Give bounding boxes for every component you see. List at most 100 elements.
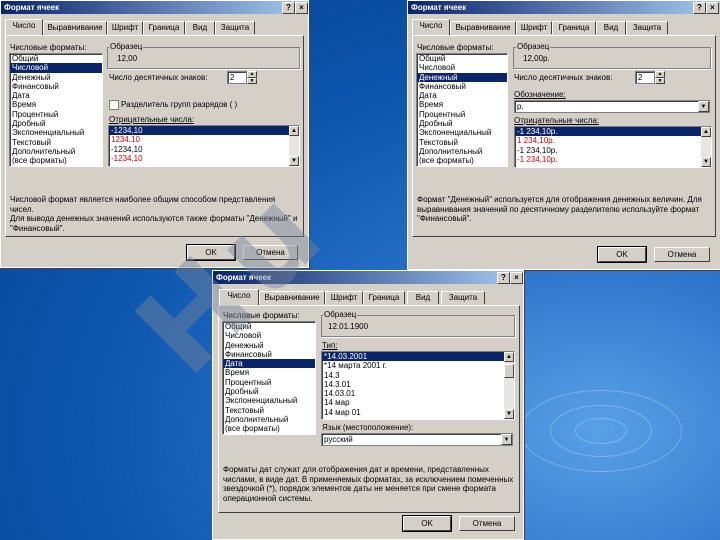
scrollbar[interactable]: ▲ ▼ [701,127,711,167]
tab-number[interactable]: Число [5,19,43,35]
list-item-selected[interactable]: Денежный [417,72,507,82]
decimals-spinner[interactable]: ▲ ▼ [247,71,257,84]
close-icon[interactable]: × [295,2,308,14]
formats-list[interactable]: Общий Числовой Денежный Финансовый Дата … [9,53,103,167]
list-item[interactable]: Дата [10,91,102,100]
list-item[interactable]: Дополнительный [417,147,507,156]
decimals-spinner[interactable]: ▲ ▼ [655,71,665,84]
tab-alignment[interactable]: Выравнивание [450,21,516,34]
list-item[interactable]: Текстовый [417,138,507,147]
tab-alignment[interactable]: Выравнивание [43,21,107,34]
locale-select[interactable]: русский [321,433,513,446]
list-item[interactable]: 14.3 [322,371,514,380]
tab-font[interactable]: Шрифт [325,291,363,304]
list-item[interactable]: 1234,10 [109,135,299,144]
list-item[interactable]: Финансовый [10,82,102,91]
list-item[interactable]: -1 234,10р. [515,146,711,155]
list-item[interactable]: 14 мар [322,398,514,407]
list-item-selected[interactable]: -1234,10 [109,126,299,136]
list-item[interactable]: Процентный [223,378,315,387]
chevron-down-icon[interactable]: ▼ [698,101,709,112]
list-item[interactable]: Процентный [10,110,102,119]
list-item[interactable]: -1234,10 [109,145,299,154]
symbol-select[interactable]: р. [514,100,710,113]
formats-list[interactable]: Общий Числовой Денежный Финансовый Дата … [416,53,508,167]
list-item[interactable]: -1 234,10р. [515,155,711,164]
scroll-up-icon[interactable]: ▲ [701,127,711,137]
tab-protection[interactable]: Защита [215,21,255,34]
list-item[interactable]: Экспоненциальный [417,128,507,137]
list-item[interactable]: 14.03.01 [322,389,514,398]
help-icon[interactable]: ? [693,2,706,14]
tab-protection[interactable]: Защита [626,21,668,34]
tab-font[interactable]: Шрифт [516,21,552,34]
list-item[interactable]: Дополнительный [223,415,315,424]
tab-number[interactable]: Число [219,289,259,305]
negative-numbers-list[interactable]: -1 234,10р. 1 234,10р. -1 234,10р. -1 23… [514,126,712,168]
separator-checkbox[interactable] [109,100,119,110]
close-icon[interactable]: × [706,2,719,14]
decimals-input[interactable]: 2 [635,71,655,84]
scrollbar[interactable]: ▲ ▼ [289,126,299,166]
list-item-selected[interactable]: *14.03.2001 [322,352,514,362]
list-item[interactable]: Текстовый [10,138,102,147]
list-item[interactable]: 14.3.01 [322,380,514,389]
list-item[interactable]: (все форматы) [10,156,102,165]
tab-number[interactable]: Число [412,19,450,35]
list-item[interactable]: Общий [417,54,507,63]
tab-border[interactable]: Граница [363,291,405,304]
help-icon[interactable]: ? [282,2,295,14]
tab-view[interactable]: Вид [596,21,626,34]
ok-button[interactable]: OK [597,246,647,263]
tab-border[interactable]: Граница [552,21,596,34]
scroll-up-icon[interactable]: ▲ [289,126,299,136]
list-item[interactable]: Дробный [10,119,102,128]
list-item[interactable]: Текстовый [223,406,315,415]
list-item[interactable]: Финансовый [417,82,507,91]
list-item[interactable]: Дробный [417,119,507,128]
list-item[interactable]: Числовой [417,63,507,72]
negative-numbers-list[interactable]: -1234,10 1234,10 -1234,10 -1234,10 ▲ ▼ [108,125,300,167]
cancel-button[interactable]: Отмена [654,247,710,262]
list-item[interactable]: Дробный [223,387,315,396]
dialog-title: Формат ячеек [408,1,720,14]
list-item-selected[interactable]: -1 234,10р. [515,127,711,137]
list-item[interactable]: 14 мар 01 [322,408,514,417]
spin-down-icon[interactable]: ▼ [655,77,665,84]
scroll-up-icon[interactable]: ▲ [504,352,514,362]
list-item[interactable]: *14 марта 2001 г. [322,361,514,370]
scroll-thumb[interactable] [504,364,514,378]
list-item[interactable]: Процентный [417,110,507,119]
scroll-down-icon[interactable]: ▼ [504,409,514,419]
tab-font[interactable]: Шрифт [107,21,143,34]
tab-border[interactable]: Граница [143,21,185,34]
date-type-list[interactable]: *14.03.2001 *14 марта 2001 г. 14.3 14.3.… [321,351,515,420]
ok-button[interactable]: OK [402,515,452,532]
list-item[interactable]: (все форматы) [223,424,315,433]
list-item[interactable]: Экспоненциальный [10,128,102,137]
list-item[interactable]: Общий [10,54,102,63]
scrollbar[interactable]: ▲ ▼ [504,352,514,419]
chevron-down-icon[interactable]: ▼ [501,434,512,445]
sample-value: 12.01.1900 [328,322,369,331]
scroll-down-icon[interactable]: ▼ [289,156,299,166]
list-item[interactable]: Экспоненциальный [223,396,315,405]
list-item-selected[interactable]: Числовой [10,63,102,73]
list-item[interactable]: 1 234,10р. [515,136,711,145]
tab-protection[interactable]: Защита [441,291,485,304]
list-item[interactable]: Дата [417,91,507,100]
cancel-button[interactable]: Отмена [459,516,515,531]
list-item[interactable]: Время [10,100,102,109]
list-item[interactable]: -1234,10 [109,154,299,163]
list-item[interactable]: Время [417,100,507,109]
list-item[interactable]: Дополнительный [10,147,102,156]
list-item[interactable]: (все форматы) [417,156,507,165]
spin-down-icon[interactable]: ▼ [247,77,257,84]
list-item[interactable]: Денежный [10,73,102,82]
help-icon[interactable]: ? [497,272,510,284]
close-icon[interactable]: × [510,272,523,284]
decimals-input[interactable]: 2 [227,71,247,84]
tab-view[interactable]: Вид [185,21,215,34]
tab-view[interactable]: Вид [407,291,439,304]
scroll-down-icon[interactable]: ▼ [701,157,711,167]
